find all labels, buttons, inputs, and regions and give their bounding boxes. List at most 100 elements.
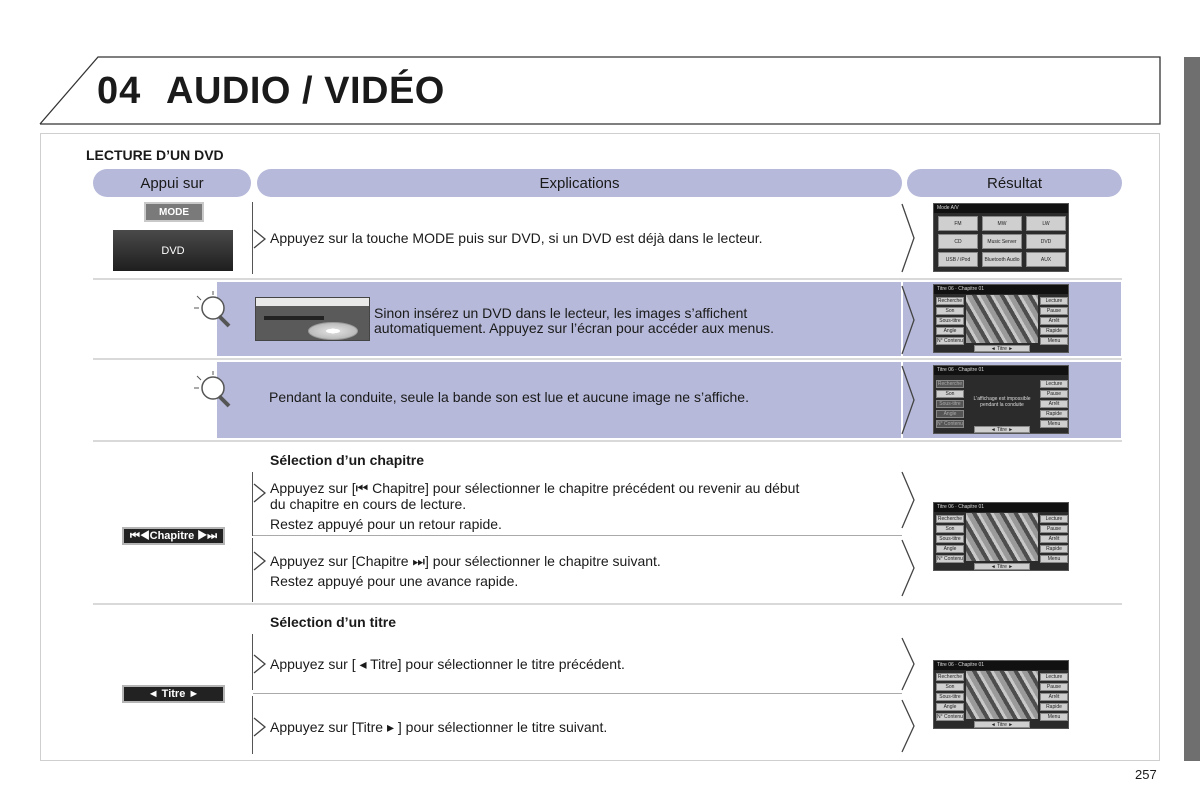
- dvd-key[interactable]: DVD: [113, 230, 233, 271]
- screen-button: Sous-titre: [936, 317, 964, 325]
- screen-button: N° Contenu: [936, 555, 964, 563]
- tip1-line2: automatiquement. Appuyez sur l’écran pou…: [374, 320, 775, 336]
- video-image: [966, 671, 1038, 719]
- chevron-right-icon: [253, 654, 267, 674]
- screen-button: Lecture: [1040, 673, 1068, 681]
- screen-button: Menu: [1040, 555, 1068, 563]
- screen-button: Bluetooth Audio: [982, 252, 1022, 267]
- chapter-prev-line1: Appuyez sur [⏮ Chapitre] pour sélectionn…: [270, 480, 800, 496]
- screen-button: Arrêt: [1040, 693, 1068, 701]
- screen-button: FM: [938, 216, 978, 231]
- screen-button: Son: [936, 307, 964, 315]
- chapter-prev-line2: du chapitre en cours de lecture.: [270, 496, 467, 512]
- result-bracket: [901, 285, 915, 355]
- separator: [93, 278, 1122, 280]
- chapter-prev-line3: Restez appuyé pour un retour rapide.: [270, 516, 502, 532]
- screen-button: DVD: [1026, 234, 1066, 249]
- screen-button: USB / iPod: [938, 252, 978, 267]
- section-title: LECTURE D’UN DVD: [86, 147, 224, 163]
- column-header-explanations: Explications: [257, 169, 902, 197]
- screen-button: Angle: [936, 410, 964, 418]
- screen-header: Titre 06 · Chapitre 01: [934, 285, 1068, 294]
- column-header-result: Résultat: [907, 169, 1122, 197]
- tip1-line1: Sinon insérez un DVD dans le lecteur, le…: [374, 305, 748, 321]
- video-image: [966, 513, 1038, 561]
- screen-button: Lecture: [1040, 515, 1068, 523]
- screen-button: Menu: [1040, 420, 1068, 428]
- lightbulb-icon: [194, 371, 231, 408]
- side-tab: [1184, 57, 1200, 761]
- screen-button: Pause: [1040, 683, 1068, 691]
- chevron-right-icon: [253, 717, 267, 737]
- screen-button: Recherche: [936, 515, 964, 523]
- screen-button: Pause: [1040, 525, 1068, 533]
- screen-button: Pause: [1040, 390, 1068, 398]
- title-key[interactable]: ◄ Titre ►: [122, 685, 225, 703]
- screen-header: Titre 06 · Chapitre 01: [934, 503, 1068, 512]
- screen-button: Recherche: [936, 380, 964, 388]
- page-number: 257: [1135, 767, 1157, 782]
- lightbulb-icon: [194, 291, 231, 328]
- sub-separator: [253, 693, 902, 694]
- screen-button: N° Contenu: [936, 713, 964, 721]
- chapter-number: 04: [97, 70, 142, 112]
- sub-separator: [253, 535, 902, 536]
- chapter-key[interactable]: ⏮◀Chapitre ▶⏭: [122, 527, 225, 545]
- tip2-text: Pendant la conduite, seule la bande son …: [269, 389, 749, 405]
- screen-button: Rapide: [1040, 703, 1068, 711]
- chevron-right-icon: [253, 229, 267, 249]
- screen-button: Angle: [936, 545, 964, 553]
- chevron-right-icon: [253, 551, 267, 571]
- column-header-press: Appui sur: [93, 169, 251, 197]
- chapter-heading: Sélection d’un chapitre: [270, 452, 425, 468]
- chapter-next-line2: Restez appuyé pour une avance rapide.: [270, 573, 519, 589]
- separator: [93, 440, 1122, 442]
- screen-button: Sous-titre: [936, 693, 964, 701]
- result-bracket: [901, 637, 915, 753]
- chapter-next-line1: Appuyez sur [Chapitre ⏭] pour sélectionn…: [270, 553, 661, 569]
- screen-button: N° Contenu: [936, 337, 964, 345]
- driving-message: L'affichage est impossible pendant la co…: [973, 396, 1031, 408]
- screen-button: Menu: [1040, 713, 1068, 721]
- screen-button: Recherche: [936, 673, 964, 681]
- screen-button: Rapide: [1040, 545, 1068, 553]
- screen-button: Son: [936, 390, 964, 398]
- title-next-text: Appuyez sur [Titre ▸ ] pour sélectionner…: [270, 719, 608, 735]
- screen-button: Rapide: [1040, 327, 1068, 335]
- screen-button: Lecture: [1040, 297, 1068, 305]
- title-prev-text: Appuyez sur [ ◂ Titre] pour sélectionner…: [270, 656, 625, 672]
- separator: [93, 358, 1122, 360]
- screen-button: Son: [936, 683, 964, 691]
- chevron-right-icon: [253, 483, 267, 503]
- screen-button: N° Contenu: [936, 420, 964, 428]
- screen-button: Sous-titre: [936, 535, 964, 543]
- dvd-player-screen: Titre 06 · Chapitre 01 Recherche Son Sou…: [933, 502, 1069, 571]
- screen-button: Music Server: [982, 234, 1022, 249]
- screen-button: Arrêt: [1040, 317, 1068, 325]
- video-image: [966, 295, 1038, 343]
- screen-button: Son: [936, 525, 964, 533]
- chapter-title: AUDIO / VIDÉO: [166, 70, 445, 112]
- screen-button: Arrêt: [1040, 535, 1068, 543]
- dvd-player-screen: Titre 06 · Chapitre 01 Recherche Son Sou…: [933, 660, 1069, 729]
- dvd-player-screen: Titre 06 · Chapitre 01 Recherche Son Sou…: [933, 284, 1069, 353]
- screen-button: Arrêt: [1040, 400, 1068, 408]
- screen-button: ◄ Titre ►: [974, 563, 1030, 570]
- screen-button: Recherche: [936, 297, 964, 305]
- screen-button: Pause: [1040, 307, 1068, 315]
- screen-header: Titre 06 · Chapitre 01: [934, 661, 1068, 670]
- screen-button: ◄ Titre ►: [974, 345, 1030, 352]
- screen-button: Angle: [936, 327, 964, 335]
- screen-button: ◄ Titre ►: [974, 721, 1030, 728]
- mode-key[interactable]: MODE: [144, 202, 204, 222]
- driving-screen: Titre 06 · Chapitre 01 Recherche Son Sou…: [933, 365, 1069, 434]
- screen-button: ◄ Titre ►: [974, 426, 1030, 433]
- title-heading: Sélection d’un titre: [270, 614, 397, 630]
- dvd-slot-illustration: [255, 297, 370, 341]
- screen-header: Titre 06 · Chapitre 01: [934, 366, 1068, 375]
- row1-text: Appuyez sur la touche MODE puis sur DVD,…: [270, 230, 763, 246]
- result-bracket: [901, 365, 915, 435]
- screen-button: LW: [1026, 216, 1066, 231]
- screen-button: Lecture: [1040, 380, 1068, 388]
- screen-button: Sous-titre: [936, 400, 964, 408]
